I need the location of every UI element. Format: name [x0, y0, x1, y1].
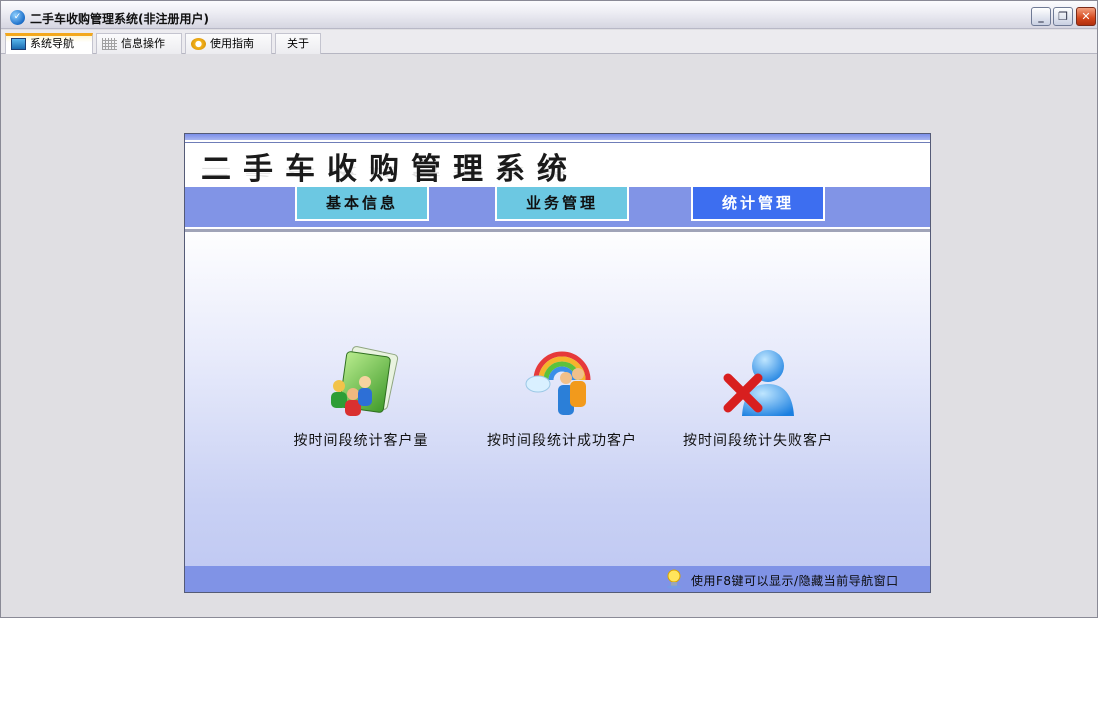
stat-failed-customer-label: 按时间段统计失败客户	[683, 433, 833, 449]
tab-info-operation[interactable]: 信息操作	[96, 33, 182, 54]
stat-customer-count-label: 按时间段统计客户量	[293, 433, 429, 449]
panel-menu-bar: 基本信息 业务管理 统计管理	[185, 187, 930, 227]
tab-bar: 系统导航 信息操作 使用指南 关于	[1, 30, 1097, 54]
minimize-button[interactable]: _	[1031, 7, 1051, 26]
user-delete-icon	[718, 344, 798, 420]
panel-title-reflection: 二手车收购管理系统	[201, 164, 579, 178]
menu-bar-divider	[185, 229, 930, 232]
panel-divider	[185, 142, 930, 143]
help-icon	[191, 38, 206, 50]
menu-statistics-management-button[interactable]: 统计管理	[691, 187, 825, 221]
monitor-icon	[11, 38, 26, 50]
window-title: 二手车收购管理系统(非注册用户)	[30, 12, 209, 26]
customer-folder-icon	[321, 344, 401, 420]
tab-label: 系统导航	[30, 37, 74, 50]
title-bar[interactable]: ✓ 二手车收购管理系统(非注册用户) _ ❐ ✕	[1, 1, 1097, 29]
stat-failed-customer-item[interactable]: 按时间段统计失败客户	[668, 344, 848, 454]
lightbulb-icon	[667, 569, 681, 589]
navigation-panel: 二手车收购管理系统 二手车收购管理系统 基本信息 业务管理 统计管理 按时间段统…	[184, 133, 931, 593]
rainbow-user-icon	[522, 344, 602, 420]
panel-status-bar: 使用F8键可以显示/隐藏当前导航窗口	[185, 566, 930, 592]
tab-about[interactable]: 关于	[275, 33, 321, 54]
menu-business-management-button[interactable]: 业务管理	[495, 187, 629, 221]
tab-label: 关于	[287, 37, 309, 50]
stat-success-customer-item[interactable]: 按时间段统计成功客户	[472, 344, 652, 454]
status-hint-text: 使用F8键可以显示/隐藏当前导航窗口	[691, 574, 899, 588]
tab-user-guide[interactable]: 使用指南	[185, 33, 272, 54]
tab-label: 信息操作	[121, 37, 165, 50]
menu-basic-info-button[interactable]: 基本信息	[295, 187, 429, 221]
tab-system-navigation[interactable]: 系统导航	[5, 33, 93, 54]
grid-icon	[102, 38, 117, 50]
panel-top-stripe	[185, 134, 930, 140]
tab-label: 使用指南	[210, 37, 254, 50]
stat-success-customer-label: 按时间段统计成功客户	[487, 433, 637, 449]
app-logo-icon: ✓	[10, 10, 25, 25]
stat-customer-count-item[interactable]: 按时间段统计客户量	[271, 344, 451, 454]
close-button[interactable]: ✕	[1076, 7, 1096, 26]
maximize-button[interactable]: ❐	[1053, 7, 1073, 26]
